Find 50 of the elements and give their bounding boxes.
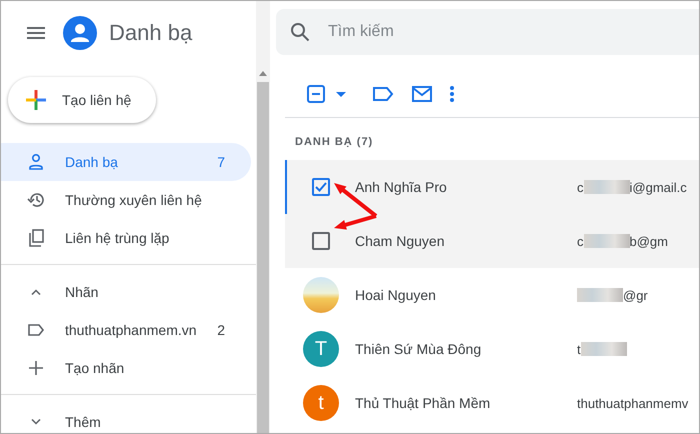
sidebar-item[interactable]: thuthuatphanmem.vn 2 [1, 311, 251, 349]
person-logo-icon [63, 16, 97, 50]
email-text: i@gmail.c [630, 180, 687, 194]
row-checkbox[interactable] [312, 232, 330, 250]
plus-icon [27, 359, 45, 377]
row-checkbox[interactable] [312, 178, 330, 196]
menu-icon[interactable] [27, 27, 45, 39]
more-icon[interactable] [450, 86, 454, 102]
list-heading: DANH BẠ (7) [295, 136, 374, 150]
blurred-text-block [584, 234, 630, 248]
contact-name: Cham Nguyen [355, 233, 446, 249]
sidebar-item[interactable]: Liên hệ trùng lặp [1, 219, 251, 257]
avatar-photo-placeholder [303, 277, 339, 313]
scroll-up-icon[interactable] [259, 71, 267, 76]
sidebar-item[interactable]: Tạo nhãn [1, 349, 251, 387]
blurred-text-block [584, 180, 630, 194]
create-contact-button[interactable]: Tạo liên hệ [8, 77, 156, 123]
contact-name: Anh Nghĩa Pro [355, 179, 448, 195]
scrollbar-thumb[interactable] [257, 82, 269, 433]
email-text: @gr [623, 288, 648, 302]
sidebar-item[interactable]: Danh bạ 7 [1, 143, 251, 181]
search-input[interactable]: Tìm kiếm [326, 22, 530, 42]
mail-icon[interactable] [412, 86, 432, 102]
history-icon [27, 191, 45, 209]
deselect-checkbox-icon[interactable] [306, 84, 326, 104]
dropdown-caret-icon[interactable] [336, 92, 346, 96]
contact-name: Thủ Thuật Phần Mềm [355, 395, 492, 411]
avatar: t [303, 385, 339, 421]
app-title: Danh bạ [109, 20, 192, 46]
email-text: thuthuatphanmemv [577, 396, 688, 410]
sidebar-item[interactable]: Thường xuyên liên hệ [1, 181, 251, 219]
blurred-text-block [577, 288, 623, 302]
label-icon[interactable] [372, 86, 394, 102]
email-text: b@gm [630, 234, 668, 248]
copy-icon [27, 229, 45, 247]
search-icon [290, 22, 310, 42]
blurred-text-block [580, 342, 627, 356]
section-toggle[interactable]: Nhãn [1, 273, 251, 311]
email-text: c [577, 234, 584, 248]
label-icon [27, 321, 45, 339]
contact-name: Thiên Sứ Mùa Đông [355, 341, 482, 357]
email-text: t [577, 342, 581, 356]
person-icon [27, 153, 45, 171]
plus-icon [24, 88, 48, 112]
email-text: c [577, 180, 584, 194]
chevron-icon [31, 289, 41, 295]
chevron-icon [31, 419, 41, 425]
section-toggle[interactable]: Thêm [1, 403, 251, 433]
contact-name: Hoai Nguyen [355, 287, 437, 303]
avatar: T [303, 331, 339, 367]
